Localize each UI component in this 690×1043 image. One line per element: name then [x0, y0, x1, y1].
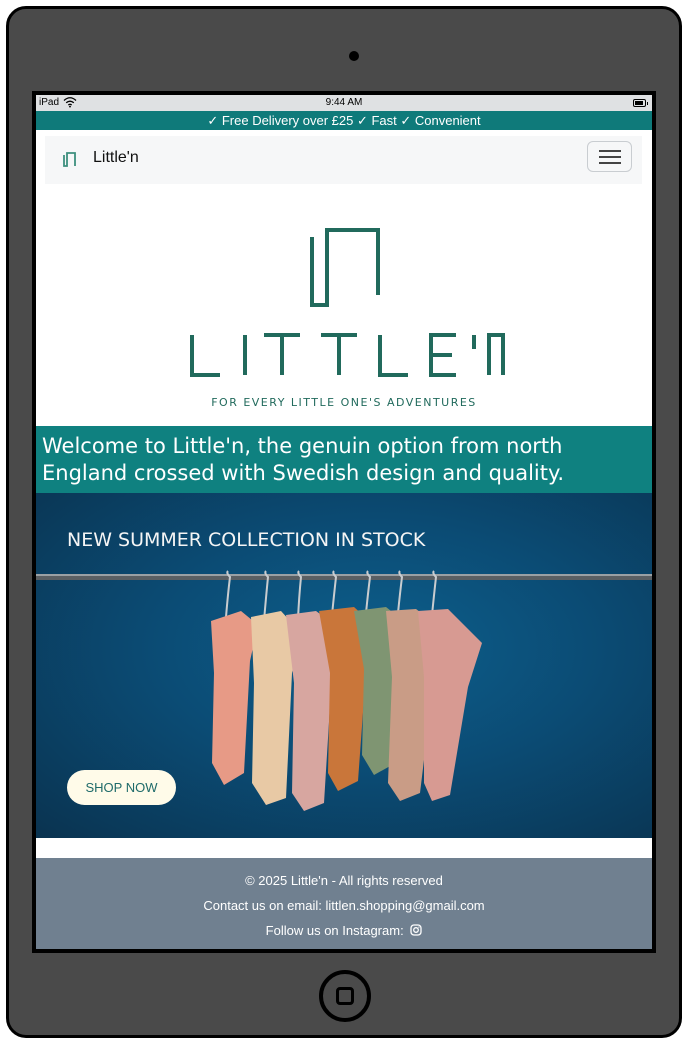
status-bar: iPad 9:44 AM: [36, 95, 652, 111]
tagline: FOR EVERY LITTLE ONE'S ADVENTURES: [211, 396, 477, 409]
hero-logo: [190, 228, 505, 377]
copyright-text: © 2025 Little'n - All rights reserved: [245, 873, 443, 888]
summer-collection-banner: NEW SUMMER COLLECTION IN STOCK SHOP NOW: [36, 493, 652, 838]
home-button[interactable]: [319, 970, 371, 1022]
contact-email-link[interactable]: Contact us on email: littlen.shopping@gm…: [36, 898, 652, 913]
instagram-row: Follow us on Instagram:: [36, 923, 652, 938]
battery-icon: [633, 99, 648, 107]
brand-link[interactable]: Little'n: [93, 149, 139, 167]
footer: © 2025 Little'n - All rights reserved Co…: [36, 858, 652, 949]
instagram-icon[interactable]: [410, 924, 422, 936]
banner-title: NEW SUMMER COLLECTION IN STOCK: [67, 529, 426, 551]
welcome-message: Welcome to Little'n, the genuin option f…: [36, 426, 652, 494]
clock: 9:44 AM: [325, 97, 363, 108]
promo-banner: ✓ Free Delivery over £25 ✓ Fast ✓ Conven…: [36, 111, 652, 130]
screen-bezel: iPad 9:44 AM ✓ Free Delivery over £25 ✓ …: [32, 91, 656, 953]
browser-viewport: iPad 9:44 AM ✓ Free Delivery over £25 ✓ …: [36, 95, 652, 949]
shop-now-button[interactable]: SHOP NOW: [67, 770, 176, 805]
brand-logo-icon[interactable]: [62, 151, 78, 169]
navbar: Little'n: [45, 136, 642, 184]
instagram-label: Follow us on Instagram:: [265, 923, 404, 938]
front-camera: [349, 51, 359, 61]
menu-toggle-button[interactable]: [587, 141, 632, 172]
